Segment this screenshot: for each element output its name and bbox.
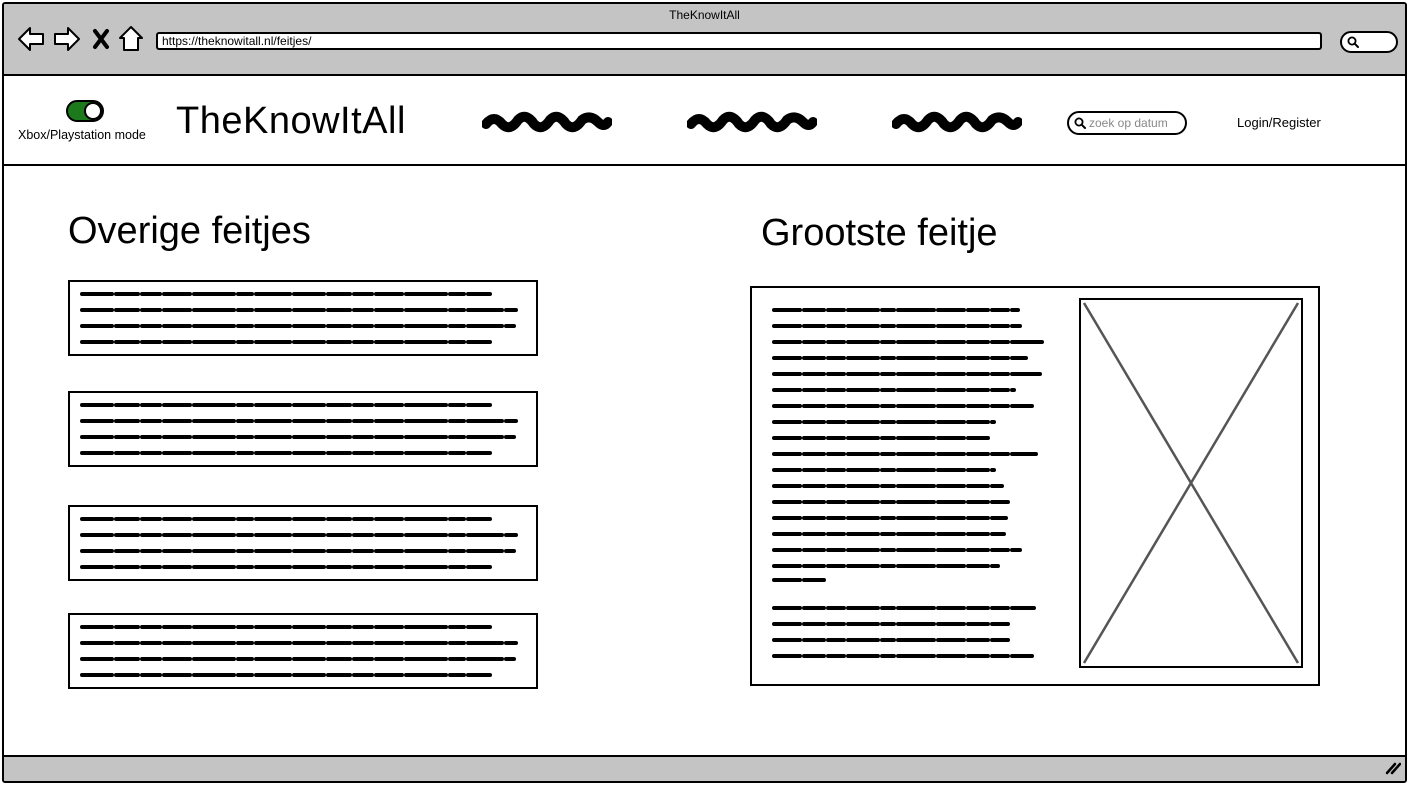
close-icon: [93, 29, 109, 49]
main-fact-title: Grootste feitje: [761, 212, 998, 254]
search-icon: [1074, 117, 1086, 129]
status-bar: [4, 755, 1405, 781]
browser-window: TheKnowItAll https://theknowitall.nl/fei…: [2, 2, 1407, 783]
image-placeholder: [1079, 298, 1303, 668]
browser-search-field[interactable]: [1340, 31, 1398, 53]
mode-label: Xbox/Playstation mode: [18, 128, 146, 142]
site-header: Xbox/Playstation mode TheKnowItAll Login…: [4, 76, 1405, 166]
forward-arrow-icon: [54, 27, 80, 51]
mode-toggle[interactable]: [66, 100, 104, 122]
nav-item-2[interactable]: [687, 106, 817, 136]
fact-card-3[interactable]: [68, 505, 538, 581]
forward-button[interactable]: [52, 24, 82, 54]
date-search-field[interactable]: [1067, 111, 1187, 135]
nav-item-3[interactable]: [892, 106, 1022, 136]
fact-text: [80, 513, 530, 575]
main-fact-text: [772, 308, 1044, 658]
fact-card-4[interactable]: [68, 613, 538, 689]
address-bar[interactable]: https://theknowitall.nl/feitjes/: [156, 32, 1322, 50]
back-button[interactable]: [16, 24, 46, 54]
other-facts-title: Overige feitjes: [68, 210, 311, 252]
resize-grip-icon[interactable]: [1385, 761, 1401, 775]
image-placeholder-icon: [1082, 302, 1300, 664]
toggle-knob: [84, 102, 102, 120]
home-icon: [119, 26, 143, 51]
site-logo[interactable]: TheKnowItAll: [176, 100, 406, 143]
browser-chrome: TheKnowItAll https://theknowitall.nl/fei…: [4, 4, 1405, 76]
date-search-input[interactable]: [1089, 114, 1183, 132]
main-fact-card[interactable]: [750, 286, 1320, 686]
fact-card-2[interactable]: [68, 391, 538, 467]
fact-card-1[interactable]: [68, 280, 538, 356]
fact-text: [80, 399, 530, 461]
window-title: TheKnowItAll: [669, 8, 740, 22]
back-arrow-icon: [18, 27, 44, 51]
search-icon: [1347, 36, 1359, 48]
login-register-link[interactable]: Login/Register: [1237, 115, 1321, 130]
fact-text: [80, 621, 530, 683]
home-button[interactable]: [118, 24, 144, 54]
stop-button[interactable]: [90, 24, 112, 54]
fact-text: [80, 288, 530, 350]
nav-item-1[interactable]: [482, 106, 612, 136]
